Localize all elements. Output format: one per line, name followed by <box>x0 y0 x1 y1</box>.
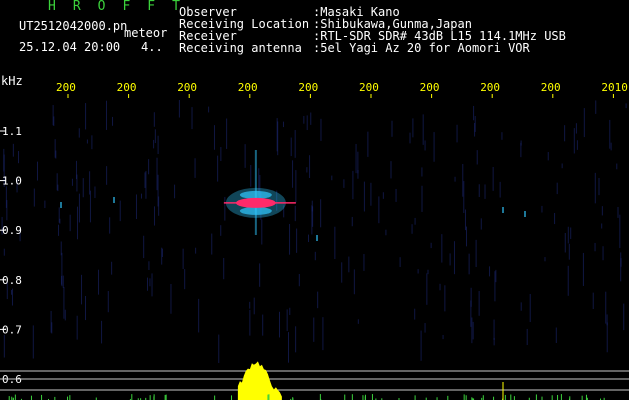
filename-label: UT2512042000.pn <box>19 19 128 33</box>
x-tick-label: 200 <box>541 81 561 94</box>
x-tick-label: 200 <box>359 81 379 94</box>
x-tick-label: 200 <box>480 81 500 94</box>
datetime-label: 25.12.04 20:00 <box>19 40 121 54</box>
faint-echo <box>502 207 504 213</box>
faint-echo <box>316 235 318 241</box>
small-value-label: 4.. <box>141 40 163 54</box>
y-axis-unit-label: kHz <box>1 74 23 88</box>
type-label: meteor <box>124 26 168 40</box>
histogram-peak <box>237 361 282 400</box>
x-tick-label: 200 <box>56 81 76 94</box>
app-title: HROFFT <box>48 0 197 14</box>
x-tick-label: 200 <box>298 81 318 94</box>
faint-echo <box>113 197 115 203</box>
x-tick-label: 200 <box>420 81 440 94</box>
faint-echo <box>60 202 62 208</box>
x-tick-label: 2010 <box>601 81 628 94</box>
echo-halo-upper <box>239 190 272 199</box>
echo-halo-lower <box>239 206 272 215</box>
faint-echo <box>524 211 526 217</box>
x-tick-label: 200 <box>238 81 258 94</box>
info-label-antenna: Receiving antenna <box>179 41 302 55</box>
x-tick-label: 200 <box>117 81 137 94</box>
x-tick-label: 200 <box>177 81 197 94</box>
spectrogram-plot: 1.11.00.90.80.70.6200 200 200 200 200 200 200 2… <box>0 81 629 400</box>
info-value-antenna: :5el Yagi Az 20 for Aomori VOR <box>313 41 530 55</box>
